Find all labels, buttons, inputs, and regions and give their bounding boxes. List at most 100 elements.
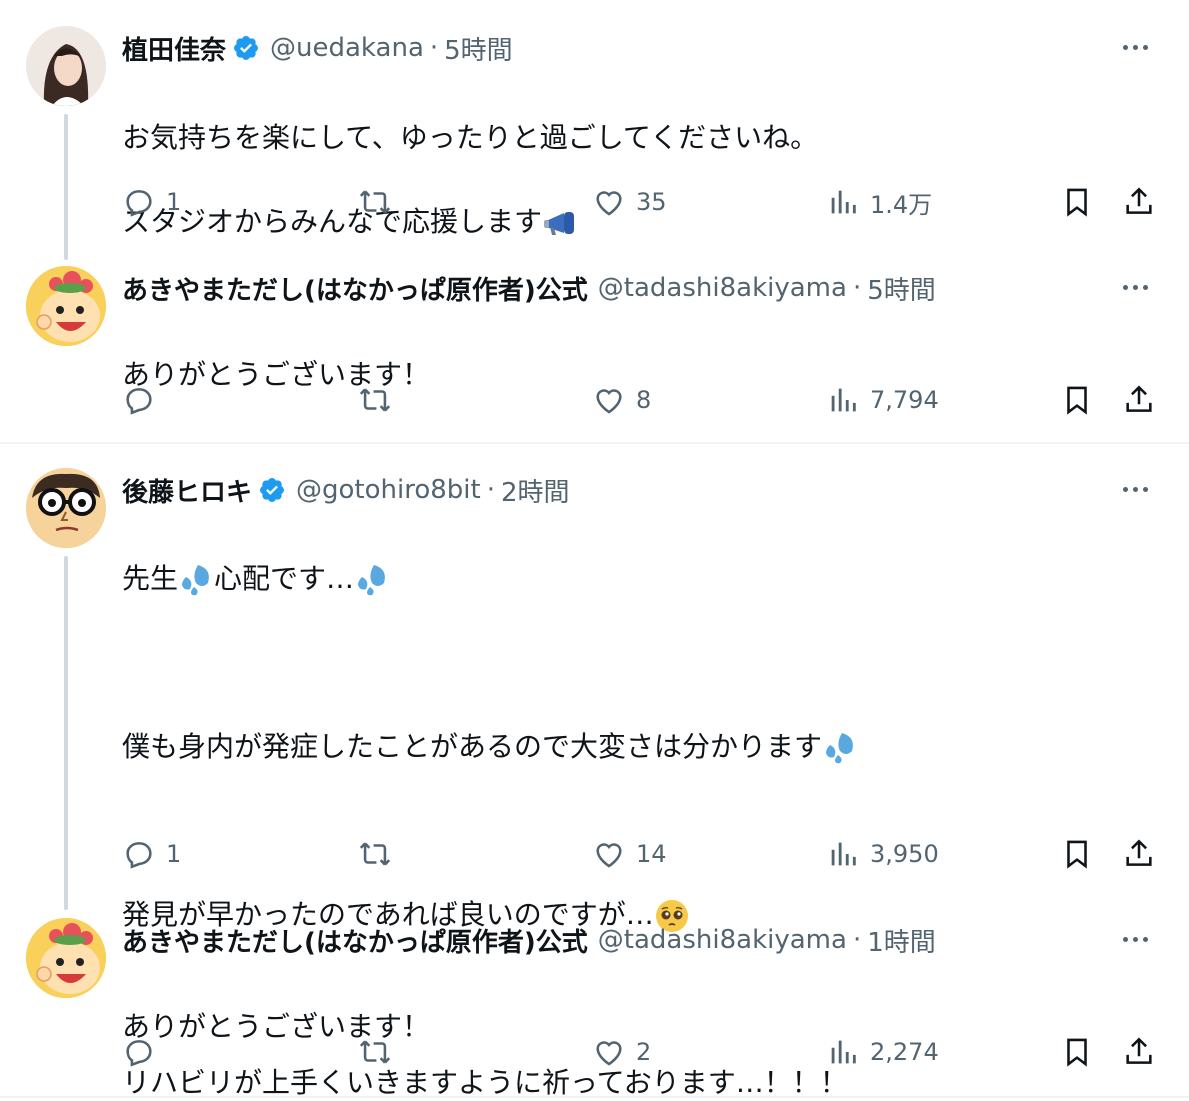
repost-icon — [359, 1040, 391, 1064]
more-options-button[interactable] — [1115, 474, 1155, 504]
timestamp[interactable]: 2時間 — [501, 472, 570, 509]
author-name[interactable]: あきやまただし(はなかっぱ原作者)公式 — [122, 270, 588, 307]
author-handle[interactable]: @uedakana — [270, 33, 424, 63]
tweet[interactable]: あきやまただし(はなかっぱ原作者)公式 @tadashi8akiyama · 1… — [0, 904, 1189, 1094]
reply-icon — [126, 842, 152, 869]
bookmark-button[interactable] — [1060, 380, 1094, 420]
separator-dot: · — [486, 475, 495, 505]
repost-icon — [359, 842, 391, 866]
author-name[interactable]: 植田佳奈 — [122, 30, 226, 67]
more-icon — [1122, 284, 1128, 290]
reply-count: 1 — [166, 840, 182, 868]
glasses-character-icon — [26, 468, 106, 548]
share-button[interactable] — [1122, 1032, 1156, 1072]
tweet-actions: 2 2,274 — [0, 1032, 1189, 1072]
share-button[interactable] — [1122, 182, 1156, 222]
reply-icon — [126, 190, 152, 217]
tweet[interactable]: 後藤ヒロキ @gotohiro8bit · 2時間 先生 心配です… 僕も身内が発… — [0, 444, 1189, 1099]
timestamp[interactable]: 5時間 — [867, 270, 936, 307]
bookmark-button[interactable] — [1060, 182, 1094, 222]
tweet-header: あきやまただし(はなかっぱ原作者)公式 @tadashi8akiyama · 1… — [122, 920, 936, 960]
tweet-header: 植田佳奈 @uedakana · 5時間 — [122, 28, 513, 68]
more-options-button[interactable] — [1115, 924, 1155, 954]
author-handle[interactable]: @gotohiro8bit — [296, 475, 481, 505]
avatar[interactable] — [26, 468, 106, 548]
verified-badge-icon — [234, 36, 258, 60]
like-button[interactable]: 35 — [592, 182, 667, 222]
woman-photo-icon — [26, 26, 106, 106]
views-chart-icon — [831, 388, 856, 412]
view-count: 1.4万 — [870, 190, 933, 219]
repost-button[interactable] — [358, 182, 402, 222]
views-button[interactable]: 2,274 — [826, 1032, 939, 1072]
tweet[interactable]: あきやまただし(はなかっぱ原作者)公式 @tadashi8akiyama · 5… — [0, 262, 1189, 442]
reply-button[interactable]: 1 — [122, 182, 181, 222]
like-button[interactable]: 2 — [592, 1032, 651, 1072]
avatar[interactable] — [26, 26, 106, 106]
like-count: 35 — [636, 188, 667, 216]
like-button[interactable]: 14 — [592, 834, 667, 874]
bookmark-button[interactable] — [1060, 834, 1094, 874]
share-button[interactable] — [1122, 380, 1156, 420]
views-chart-icon — [831, 842, 856, 866]
more-options-button[interactable] — [1115, 272, 1155, 302]
like-count: 14 — [636, 840, 667, 868]
hanakappa-character-icon — [26, 918, 106, 998]
tweet[interactable]: 植田佳奈 @uedakana · 5時間 お気持ちを楽にして、ゆったりと過ごして… — [0, 0, 1189, 262]
divider — [0, 1096, 1189, 1098]
repost-icon — [359, 190, 391, 214]
timestamp[interactable]: 5時間 — [444, 30, 513, 67]
more-options-button[interactable] — [1115, 32, 1155, 62]
heart-icon — [596, 191, 622, 216]
share-icon — [1126, 839, 1152, 866]
reply-button[interactable] — [122, 380, 166, 420]
reply-button[interactable] — [122, 1032, 166, 1072]
like-button[interactable]: 8 — [592, 380, 651, 420]
heart-icon — [596, 1041, 622, 1066]
views-chart-icon — [831, 190, 856, 214]
bookmark-icon — [1067, 1038, 1087, 1067]
views-button[interactable]: 3,950 — [826, 834, 939, 874]
timestamp[interactable]: 1時間 — [867, 922, 936, 959]
avatar[interactable] — [26, 266, 106, 346]
repost-button[interactable] — [358, 380, 402, 420]
tweet-actions: 1 35 1.4万 — [0, 182, 1189, 222]
hanakappa-character-icon — [26, 266, 106, 346]
separator-dot: · — [852, 273, 862, 303]
share-icon — [1126, 1037, 1152, 1064]
view-count: 2,274 — [870, 1038, 939, 1066]
share-icon — [1126, 385, 1152, 412]
reply-icon — [126, 388, 152, 415]
reply-button[interactable]: 1 — [122, 834, 181, 874]
author-handle[interactable]: @tadashi8akiyama — [598, 273, 847, 303]
author-name[interactable]: 後藤ヒロキ — [122, 472, 252, 509]
tweet-header: 後藤ヒロキ @gotohiro8bit · 2時間 — [122, 470, 570, 510]
author-handle[interactable]: @tadashi8akiyama — [598, 925, 847, 955]
tweet-line-with-emoji: 僕も身内が発症したことがあるので大変さは分かります — [122, 726, 1149, 768]
repost-button[interactable] — [358, 834, 402, 874]
views-button[interactable]: 1.4万 — [826, 182, 932, 222]
like-count: 8 — [636, 386, 652, 414]
repost-button[interactable] — [358, 1032, 402, 1072]
tweet-text: お気持ちを楽にして、ゆったりと過ごしてくださいね。 スタジオからみんなで応援しま… — [122, 75, 1149, 285]
bookmark-button[interactable] — [1060, 1032, 1094, 1072]
more-icon — [1122, 486, 1128, 492]
share-button[interactable] — [1122, 834, 1156, 874]
heart-icon — [596, 843, 622, 868]
view-count: 3,950 — [870, 840, 939, 868]
verified-badge-icon — [260, 478, 284, 502]
author-name[interactable]: あきやまただし(はなかっぱ原作者)公式 — [122, 922, 588, 959]
avatar[interactable] — [26, 918, 106, 998]
more-icon — [1122, 44, 1128, 50]
like-count: 2 — [636, 1038, 652, 1066]
reply-count: 1 — [166, 188, 182, 216]
separator-dot: · — [852, 925, 862, 955]
tweet-line-with-emoji: 先生 心配です… — [122, 558, 1149, 600]
bookmark-icon — [1067, 840, 1087, 869]
views-button[interactable]: 7,794 — [826, 380, 939, 420]
reply-icon — [126, 1040, 152, 1067]
bookmark-icon — [1067, 188, 1087, 217]
more-icon — [1122, 936, 1128, 942]
bookmark-icon — [1067, 386, 1087, 415]
